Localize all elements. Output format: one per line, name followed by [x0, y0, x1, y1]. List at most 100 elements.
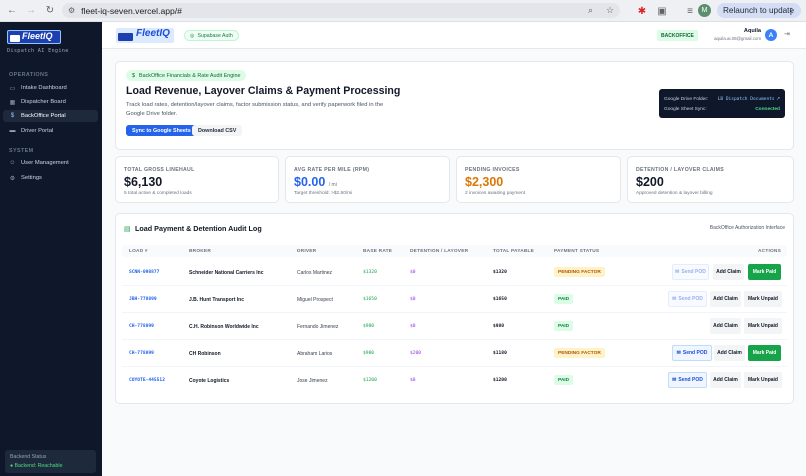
sidebar-item-label: Intake Dashboard: [21, 85, 67, 91]
user-email: aquila.ai.08@gmail.com: [714, 36, 761, 41]
extensions-puzzle-icon[interactable]: ▣: [655, 4, 669, 18]
stat-card-pending-invoices: PENDING INVOICES $2,300 2 invoices await…: [456, 156, 621, 203]
bookmark-star-icon[interactable]: ☆: [606, 3, 614, 18]
driver-cell: Jose Jimenez: [297, 377, 328, 384]
load-number-link[interactable]: SCNN-098877: [129, 259, 159, 286]
table-row: SCNN-098877 Schneider National Carriers …: [122, 259, 787, 286]
media-control-icon[interactable]: ≡: [683, 4, 697, 18]
sidebar-item-backoffice-portal[interactable]: $ BackOffice Portal: [3, 110, 98, 122]
stat-value-text: $200: [636, 175, 664, 189]
broker-cell: J.B. Hunt Transport Inc: [189, 296, 245, 303]
column-header: BASE RATE: [363, 248, 393, 254]
stat-value: $0.00 / mi: [294, 175, 337, 189]
stat-label: AVG RATE PER MILE (RPM): [294, 167, 370, 173]
add-claim-button[interactable]: Add Claim: [713, 264, 744, 280]
add-claim-button[interactable]: Add Claim: [710, 372, 741, 388]
back-icon[interactable]: ←: [5, 4, 19, 18]
mark-unpaid-button[interactable]: Mark Unpaid: [744, 318, 782, 334]
stat-value: $2,300: [465, 175, 503, 189]
driver-cell: Fernando Jimenez: [297, 323, 339, 330]
mark-paid-button[interactable]: Mark Paid: [748, 264, 781, 280]
send-pod-button[interactable]: ✉ Send POD: [668, 291, 707, 307]
mail-icon: ✉: [675, 269, 680, 275]
drive-folder-link[interactable]: LB Dispatch Documents ↗: [718, 97, 780, 102]
sheet-sync-label: Google Sheet Sync:: [664, 106, 707, 112]
mark-paid-button[interactable]: Mark Paid: [748, 345, 781, 361]
table-header: LOAD # BROKER DRIVER BASE RATE DETENTION…: [122, 245, 787, 257]
sidebar-item-intake-dashboard[interactable]: ▭ Intake Dashboard: [3, 82, 98, 94]
load-number-link[interactable]: COYOTE-445512: [129, 367, 165, 394]
site-info-icon[interactable]: ⚙: [68, 6, 75, 15]
avatar[interactable]: A: [765, 29, 777, 41]
sidebar-item-user-management[interactable]: ☺ User Management: [3, 157, 98, 169]
status-badge: PAID: [554, 294, 574, 304]
mail-icon: ✉: [672, 296, 677, 302]
column-header: TOTAL PAYABLE: [493, 248, 535, 254]
stat-unit: / mi: [328, 182, 337, 188]
add-claim-button[interactable]: Add Claim: [710, 318, 741, 334]
base-rate-cell: $1200: [363, 378, 377, 383]
send-pod-label: Send POD: [682, 350, 708, 356]
stat-sub: Target threshold: >$2.50/mi: [294, 191, 353, 196]
send-pod-button[interactable]: ✉ Send POD: [672, 264, 709, 280]
browser-toolbar: ← → ↻ ⚙ fleet-iq-seven.vercel.app/# ⌕ ☆ …: [0, 0, 806, 22]
sync-sheets-button[interactable]: Sync to Google Sheets: [126, 125, 197, 136]
base-rate-cell: $1320: [363, 270, 377, 275]
stat-sub: Approved detention & layover billing: [636, 191, 713, 196]
send-pod-label: Send POD: [678, 377, 703, 383]
truck-logo-icon: [10, 35, 20, 42]
base-rate-cell: $980: [363, 351, 375, 356]
relaunch-button[interactable]: Relaunch to update ⋮: [717, 3, 801, 18]
send-pod-button[interactable]: ✉ Send POD: [668, 372, 707, 388]
load-number-link[interactable]: CH-778899: [129, 340, 154, 367]
stat-value: $200: [636, 175, 664, 189]
sidebar-logo[interactable]: FleetIQ: [7, 30, 61, 44]
sidebar-item-driver-portal[interactable]: ▬ Driver Portal: [3, 125, 98, 137]
add-claim-button[interactable]: Add Claim: [710, 291, 741, 307]
inbox-icon: ▭: [9, 85, 16, 92]
stat-label: TOTAL GROSS LINEHAUL: [124, 167, 195, 173]
auth-badge: ◎ Supabase Auth: [184, 30, 239, 41]
auth-badge-label: Supabase Auth: [197, 32, 233, 39]
backend-status-text: Backend: Reachable: [14, 463, 63, 469]
status-badge: PAID: [554, 321, 574, 331]
base-rate-cell: $980: [363, 324, 375, 329]
status-badge: PENDING FACTOR: [554, 267, 605, 277]
backend-status-value: ● Backend: Reachable: [10, 463, 63, 469]
grid-icon: ▦: [9, 99, 16, 106]
main-content: $ BackOffice Financials & Rate Audit Eng…: [102, 49, 806, 476]
send-pod-button[interactable]: ✉ Send POD: [672, 345, 712, 361]
mail-icon: ✉: [672, 377, 677, 383]
load-number-link[interactable]: JBH-778899: [129, 286, 157, 313]
column-header: DETENTION / LAYOVER: [410, 248, 469, 254]
section-title-operations: OPERATIONS: [9, 72, 49, 78]
total-payable-cell: $980: [493, 324, 505, 329]
send-pod-label: Send POD: [678, 296, 703, 302]
stat-label: PENDING INVOICES: [465, 167, 520, 173]
more-menu-icon[interactable]: ⋮: [787, 6, 795, 16]
stat-sub: 5 total active & completed loads: [124, 191, 192, 196]
extension-icon[interactable]: ✱: [635, 4, 649, 18]
address-bar[interactable]: ⚙ fleet-iq-seven.vercel.app/# ⌕ ☆: [62, 3, 620, 18]
hero-badge-label: BackOffice Financials & Rate Audit Engin…: [139, 72, 241, 79]
audit-log-card: ▤ Load Payment & Detention Audit Log Bac…: [115, 213, 794, 404]
sidebar-item-settings[interactable]: ⚙ Settings: [3, 172, 98, 184]
sidebar-item-dispatcher-board[interactable]: ▦ Dispatcher Board: [3, 96, 98, 108]
sidebar: FleetIQ Dispatch AI Engine OPERATIONS ▭ …: [0, 22, 102, 476]
mark-unpaid-button[interactable]: Mark Unpaid: [744, 372, 782, 388]
download-csv-button[interactable]: Download CSV: [192, 125, 243, 136]
column-header: DRIVER: [297, 248, 317, 254]
relaunch-label: Relaunch to update: [723, 6, 795, 15]
forward-icon[interactable]: →: [24, 4, 38, 18]
reload-icon[interactable]: ↻: [43, 4, 57, 18]
header-logo[interactable]: FleetIQ: [116, 28, 174, 43]
drive-folder-label: Google Drive Folder:: [664, 96, 709, 102]
add-claim-button[interactable]: Add Claim: [714, 345, 745, 361]
logout-icon[interactable]: ⇥: [784, 30, 790, 38]
profile-avatar[interactable]: M: [698, 4, 711, 17]
mark-unpaid-button[interactable]: Mark Unpaid: [744, 291, 782, 307]
zoom-icon[interactable]: ⌕: [588, 3, 593, 18]
column-header: ACTIONS: [758, 248, 781, 254]
load-number-link[interactable]: CH-778899: [129, 313, 154, 340]
header-logo-text: FleetIQ: [136, 28, 170, 39]
